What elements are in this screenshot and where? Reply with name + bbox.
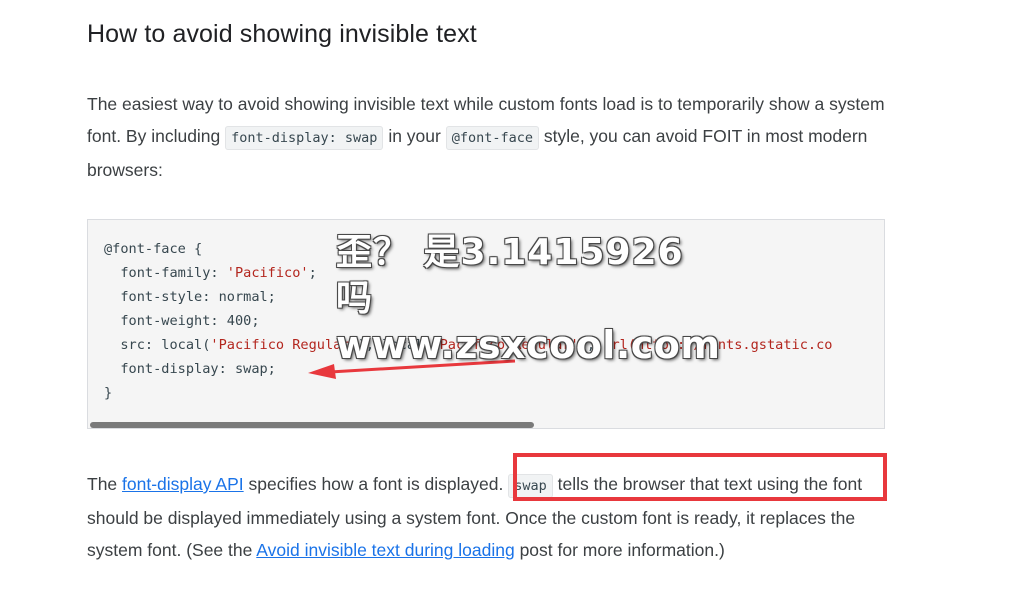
- code-src-mid: ), local(: [357, 337, 432, 353]
- red-arrow-annotation: [308, 359, 516, 379]
- code-src-url: url(https://fonts.gstatic.co: [603, 337, 833, 353]
- code-line-style: font-style: normal;: [104, 289, 276, 305]
- inline-code-font-display: font-display: swap: [225, 126, 384, 150]
- code-src-str-2: 'Pacifico-Regular': [431, 337, 579, 353]
- outro-text-2: specifies how a font is displayed.: [243, 474, 509, 494]
- code-line-close: }: [104, 385, 113, 401]
- inline-code-font-face: @font-face: [445, 126, 539, 150]
- intro-paragraph: The easiest way to avoid showing invisib…: [87, 88, 887, 186]
- code-prop-family: font-family:: [104, 265, 227, 281]
- code-block[interactable]: @font-face { font-family: 'Pacifico'; fo…: [87, 219, 885, 429]
- code-src-str-1: 'Pacifico Regular': [210, 337, 358, 353]
- code-src-prop: src: local(: [104, 337, 211, 353]
- red-highlight-box: [513, 453, 887, 501]
- code-family-end: ;: [308, 265, 317, 281]
- avoid-invisible-text-link[interactable]: Avoid invisible text during loading: [256, 540, 514, 560]
- font-display-api-link[interactable]: font-display API: [122, 474, 244, 494]
- code-line-weight: font-weight: 400;: [104, 313, 260, 329]
- code-line-display: font-display: swap;: [104, 361, 276, 377]
- outro-text-1: The: [87, 474, 123, 494]
- code-src-mid-2: ),: [578, 337, 604, 353]
- code-line-open: @font-face {: [104, 241, 203, 257]
- code-str-family: 'Pacifico': [226, 265, 309, 281]
- horizontal-scrollbar[interactable]: [90, 422, 534, 428]
- outro-text-4: post for more information.): [514, 540, 725, 560]
- intro-text-2: in your: [383, 126, 446, 146]
- page-title: How to avoid showing invisible text: [87, 20, 477, 48]
